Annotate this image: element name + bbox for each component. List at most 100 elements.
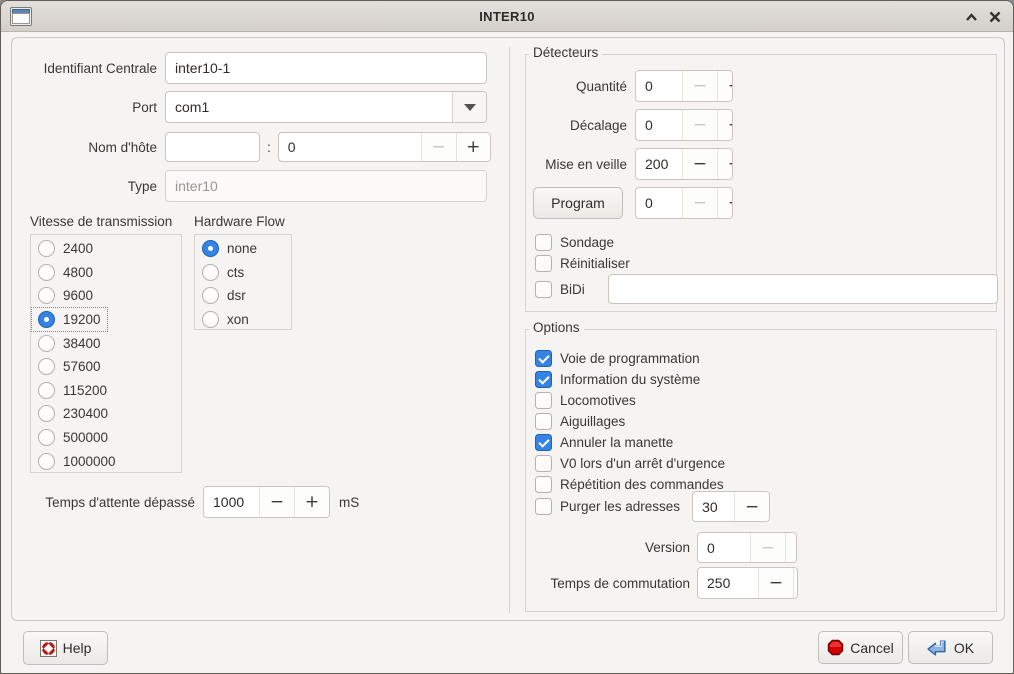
version-spinbox[interactable]: 0 − + (697, 532, 797, 563)
timeout-spinbox[interactable]: 1000 − + (203, 486, 330, 518)
option-checkbox[interactable] (535, 371, 552, 388)
reinitialiser-checkbox[interactable] (535, 255, 552, 272)
radio-option-cts[interactable]: cts (196, 261, 250, 285)
option-checkbox-label: Répétition des commandes (560, 477, 724, 492)
radio-icon[interactable] (38, 264, 55, 281)
type-input: inter10 (165, 170, 487, 202)
option-checkbox-label: Aiguillages (560, 414, 625, 429)
decalage-plus-button[interactable]: + (717, 110, 733, 140)
radio-option-label: 9600 (63, 288, 93, 303)
option-checkbox[interactable] (535, 413, 552, 430)
chevron-down-icon (464, 104, 476, 111)
option-checkbox-row[interactable]: Aiguillages (535, 411, 725, 432)
host-port-plus-button[interactable]: + (456, 133, 490, 161)
option-checkbox-row[interactable]: Voie de programmation (535, 348, 725, 369)
radio-option-4800[interactable]: 4800 (32, 261, 99, 285)
port-combobox[interactable]: com1 (165, 91, 487, 123)
option-checkbox-row[interactable]: Locomotives (535, 390, 725, 411)
option-checkbox-row[interactable]: Annuler la manette (535, 432, 725, 453)
purger-spinbox[interactable]: 30 − (692, 491, 770, 522)
veille-plus-button[interactable]: + (717, 149, 733, 179)
commutation-plus-button[interactable]: + (793, 568, 798, 598)
commutation-minus-button[interactable]: − (758, 568, 793, 598)
cancel-button[interactable]: Cancel (818, 631, 903, 664)
titlebar[interactable]: INTER10 (1, 1, 1013, 32)
option-checkbox-row[interactable]: V0 lors d'un arrêt d'urgence (535, 453, 725, 474)
option-checkbox[interactable] (535, 455, 552, 472)
timeout-label: Temps d'attente dépassé (17, 495, 195, 510)
radio-option-19200[interactable]: 19200 (32, 308, 107, 332)
program-spinbox[interactable]: 0 − + (635, 187, 733, 219)
port-dropdown-button[interactable] (452, 92, 486, 122)
radio-option-1000000[interactable]: 1000000 (32, 449, 122, 473)
timeout-plus-button[interactable]: + (294, 487, 329, 517)
radio-icon[interactable] (202, 264, 219, 281)
radio-icon[interactable] (38, 287, 55, 304)
program-minus-button[interactable]: − (682, 188, 717, 218)
purger-minus-button[interactable]: − (734, 492, 769, 521)
radio-icon[interactable] (38, 335, 55, 352)
close-icon[interactable] (983, 5, 1007, 29)
sondage-checkbox[interactable] (535, 234, 552, 251)
bidi-input[interactable] (608, 274, 998, 304)
quantite-plus-button[interactable]: + (717, 71, 733, 101)
option-checkbox[interactable] (535, 350, 552, 367)
version-plus-button[interactable]: + (785, 533, 797, 562)
radio-icon[interactable] (38, 311, 55, 328)
purger-checkbox[interactable] (535, 498, 552, 515)
radio-icon[interactable] (38, 240, 55, 257)
commutation-spinbox[interactable]: 250 − + (697, 567, 798, 599)
shade-icon[interactable] (959, 5, 983, 29)
quantite-minus-button[interactable]: − (682, 71, 717, 101)
radio-option-57600[interactable]: 57600 (32, 355, 107, 379)
host-port-separator: : (267, 140, 271, 155)
flow-radio-group: nonectsdsrxon (194, 234, 292, 330)
radio-option-dsr[interactable]: dsr (196, 284, 252, 308)
option-checkbox-label: Voie de programmation (560, 351, 700, 366)
host-port-minus-button[interactable]: − (421, 133, 456, 161)
radio-option-none[interactable]: none (196, 237, 263, 261)
radio-icon[interactable] (38, 405, 55, 422)
radio-option-500000[interactable]: 500000 (32, 426, 114, 450)
quantite-spinbox[interactable]: 0 − + (635, 70, 733, 102)
radio-option-230400[interactable]: 230400 (32, 402, 114, 426)
radio-option-xon[interactable]: xon (196, 308, 255, 332)
host-row: Nom d'hôte : 0 − + (17, 132, 491, 162)
radio-icon[interactable] (202, 311, 219, 328)
version-label: Version (512, 540, 690, 555)
commutation-label: Temps de commutation (512, 576, 690, 591)
radio-icon[interactable] (202, 287, 219, 304)
radio-option-9600[interactable]: 9600 (32, 284, 99, 308)
option-checkbox[interactable] (535, 392, 552, 409)
decalage-spinbox[interactable]: 0 − + (635, 109, 733, 141)
radio-option-38400[interactable]: 38400 (32, 331, 107, 355)
host-input[interactable] (165, 132, 260, 162)
radio-icon[interactable] (38, 453, 55, 470)
radio-icon[interactable] (38, 382, 55, 399)
baud-radio-group: 24004800 9600 192003840057600 115200 2304005… (30, 234, 182, 473)
radio-icon[interactable] (38, 429, 55, 446)
host-port-spinbox[interactable]: 0 − + (278, 132, 491, 162)
help-icon (40, 640, 57, 657)
radio-icon[interactable] (202, 240, 219, 257)
option-checkbox-row[interactable]: Information du système (535, 369, 725, 390)
radio-option-115200[interactable]: 115200 (32, 379, 113, 403)
decalage-minus-button[interactable]: − (682, 110, 717, 140)
radio-icon[interactable] (38, 358, 55, 375)
program-button[interactable]: Program (533, 187, 623, 219)
program-plus-button[interactable]: + (717, 188, 733, 218)
ok-button[interactable]: OK (908, 631, 993, 664)
identifiant-input[interactable]: inter10-1 (165, 52, 487, 84)
version-minus-button[interactable]: − (750, 533, 785, 562)
veille-spinbox[interactable]: 200 − + (635, 148, 733, 180)
radio-option-2400[interactable]: 2400 (32, 237, 99, 261)
veille-minus-button[interactable]: − (682, 149, 717, 179)
help-button[interactable]: Help (23, 631, 108, 665)
bidi-checkbox[interactable] (535, 281, 552, 298)
reinitialiser-checkbox-row[interactable]: Réinitialiser (535, 253, 630, 274)
option-checkbox[interactable] (535, 434, 552, 451)
timeout-minus-button[interactable]: − (259, 487, 294, 517)
sondage-checkbox-row[interactable]: Sondage (535, 232, 614, 253)
radio-option-label: 115200 (63, 383, 107, 398)
program-button-label: Program (551, 195, 605, 211)
